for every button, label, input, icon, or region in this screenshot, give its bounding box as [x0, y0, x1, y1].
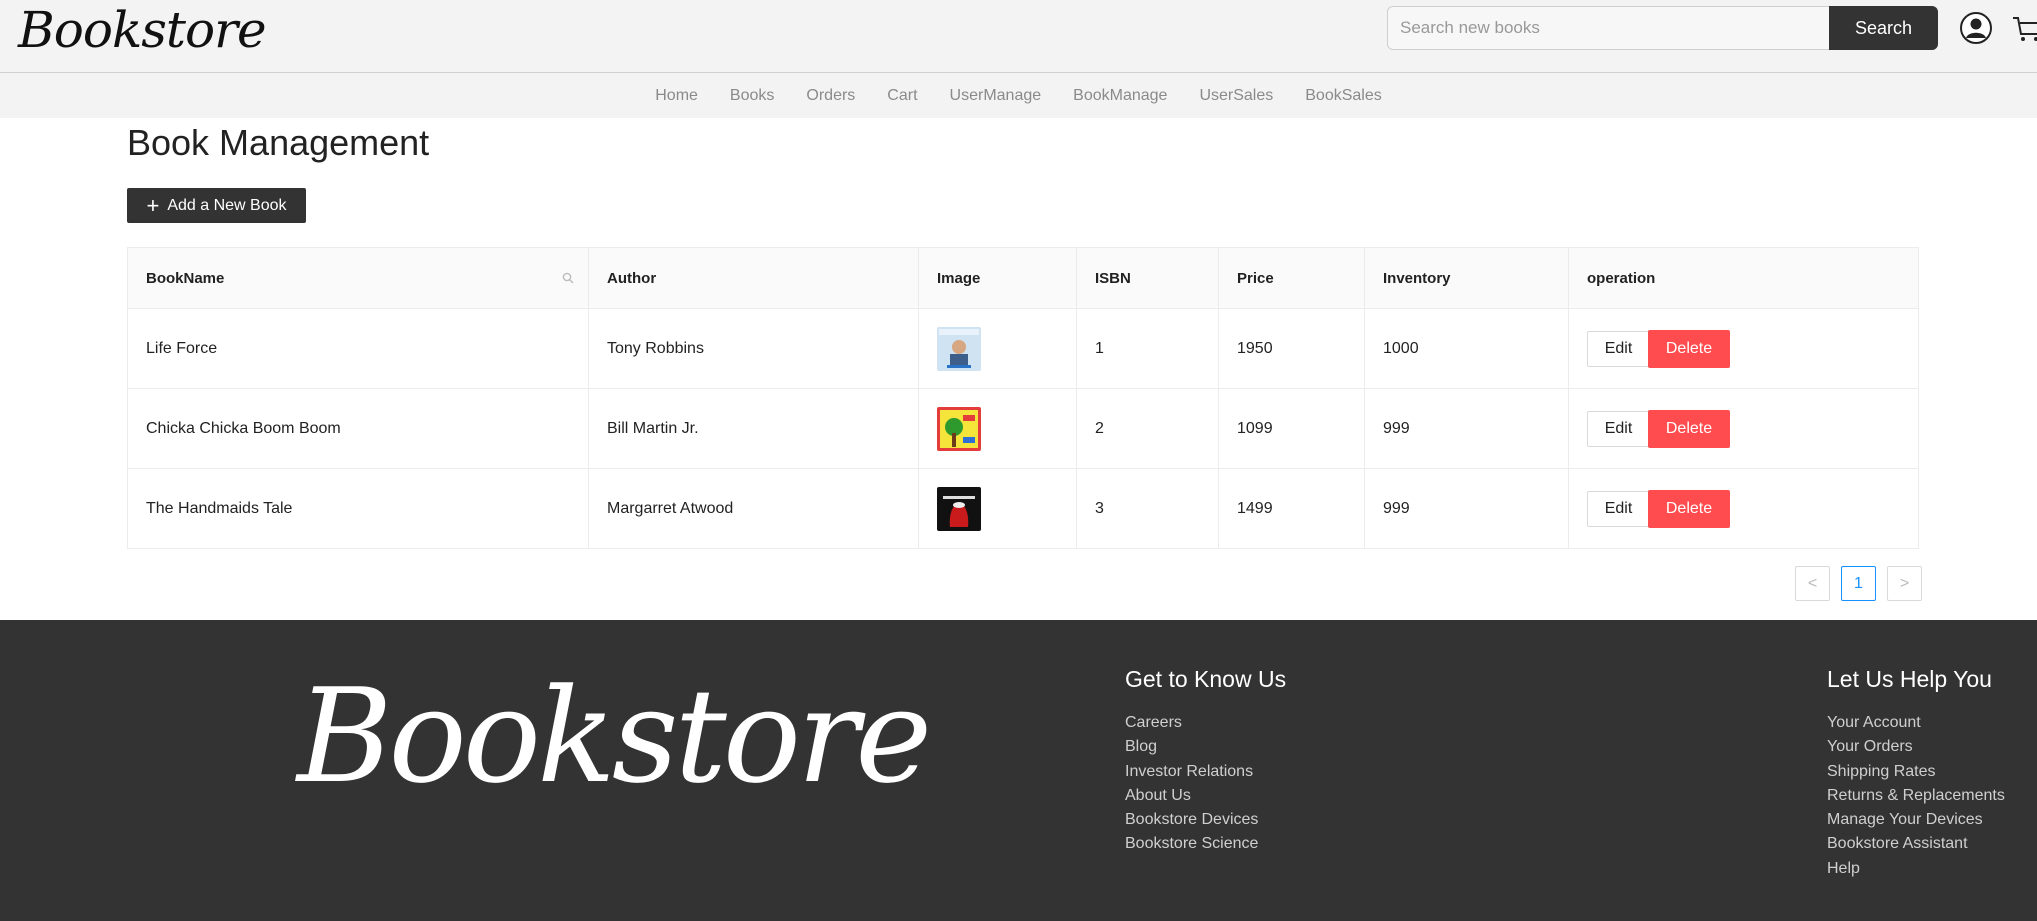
column-header-isbn: ISBN: [1076, 247, 1219, 309]
page-number-current[interactable]: 1: [1841, 566, 1876, 601]
column-header-price: Price: [1218, 247, 1365, 309]
footer-link[interactable]: Blog: [1125, 735, 1286, 759]
book-author: Margarret Atwood: [588, 468, 919, 549]
operation-cell: Edit Delete: [1568, 308, 1919, 389]
book-name: Chicka Chicka Boom Boom: [127, 388, 589, 469]
column-search-icon[interactable]: [562, 272, 574, 284]
nav-item-booksales[interactable]: BookSales: [1289, 87, 1398, 105]
footer-column-title: Let Us Help You: [1827, 666, 1992, 692]
book-author: Bill Martin Jr.: [588, 388, 919, 469]
book-price: 1950: [1218, 308, 1365, 389]
main-nav: Home Books Orders Cart UserManage BookMa…: [0, 73, 2037, 118]
book-isbn: 1: [1076, 308, 1219, 389]
operation-cell: Edit Delete: [1568, 388, 1919, 469]
search-button[interactable]: Search: [1829, 6, 1938, 50]
nav-item-books[interactable]: Books: [714, 87, 790, 105]
footer-link[interactable]: Help: [1827, 857, 2005, 881]
footer-link[interactable]: Manage Your Devices: [1827, 808, 2005, 832]
column-header-operation: operation: [1568, 247, 1919, 309]
delete-button[interactable]: Delete: [1648, 489, 1730, 528]
pagination: < 1 >: [1795, 566, 1922, 601]
book-price: 1499: [1218, 468, 1365, 549]
search-bar: Search: [1387, 6, 1938, 50]
table-header-row: BookName Author Image ISBN Price Invento…: [127, 247, 1919, 309]
footer-link[interactable]: Investor Relations: [1125, 760, 1286, 784]
site-footer: Bookstore Get to Know Us Careers Blog In…: [0, 620, 2037, 921]
delete-button[interactable]: Delete: [1648, 409, 1730, 448]
edit-button[interactable]: Edit: [1587, 330, 1650, 367]
add-book-label: Add a New Book: [167, 196, 287, 214]
column-header-image: Image: [918, 247, 1077, 309]
add-book-button[interactable]: + Add a New Book: [127, 188, 306, 223]
nav-item-home[interactable]: Home: [639, 87, 714, 105]
search-input[interactable]: [1387, 6, 1829, 50]
book-cover-cell: [918, 388, 1077, 469]
chevron-left-icon[interactable]: <: [1795, 566, 1830, 601]
edit-button[interactable]: Edit: [1587, 410, 1650, 447]
footer-link[interactable]: Bookstore Science: [1125, 832, 1286, 856]
column-header-label: BookName: [146, 269, 225, 287]
chevron-right-icon[interactable]: >: [1887, 566, 1922, 601]
book-cover-cell: [918, 308, 1077, 389]
top-header: Bookstore Search: [0, 0, 2037, 73]
footer-link[interactable]: Careers: [1125, 711, 1286, 735]
book-cover-image[interactable]: [937, 406, 981, 451]
column-header-author: Author: [588, 247, 919, 309]
footer-link[interactable]: Shipping Rates: [1827, 760, 2005, 784]
nav-item-usermanage[interactable]: UserManage: [934, 87, 1058, 105]
footer-column-title: Get to Know Us: [1125, 666, 1287, 692]
footer-link[interactable]: Your Orders: [1827, 735, 2005, 759]
nav-item-cart[interactable]: Cart: [871, 87, 933, 105]
book-isbn: 3: [1076, 468, 1219, 549]
book-inventory: 999: [1364, 468, 1569, 549]
nav-item-usersales[interactable]: UserSales: [1183, 87, 1289, 105]
book-name: The Handmaids Tale: [127, 468, 589, 549]
book-author: Tony Robbins: [588, 308, 919, 389]
user-avatar-icon[interactable]: [1960, 12, 1992, 44]
operation-cell: Edit Delete: [1568, 468, 1919, 549]
table-row: Chicka Chicka Boom Boom Bill Martin Jr. …: [127, 388, 1919, 469]
book-inventory: 1000: [1364, 308, 1569, 389]
table-row: The Handmaids Tale Margarret Atwood 3 14…: [127, 468, 1919, 549]
book-cover-image[interactable]: [937, 486, 981, 531]
column-header-inventory: Inventory: [1364, 247, 1569, 309]
page-title: Book Management: [127, 122, 430, 163]
footer-link[interactable]: Your Account: [1827, 711, 2005, 735]
book-isbn: 2: [1076, 388, 1219, 469]
footer-link[interactable]: About Us: [1125, 784, 1286, 808]
nav-item-bookmanage[interactable]: BookManage: [1057, 87, 1183, 105]
book-name: Life Force: [127, 308, 589, 389]
footer-link[interactable]: Bookstore Devices: [1125, 808, 1286, 832]
delete-button[interactable]: Delete: [1648, 329, 1730, 368]
column-header-bookname[interactable]: BookName: [127, 247, 589, 309]
nav-item-orders[interactable]: Orders: [790, 87, 871, 105]
book-cover-cell: [918, 468, 1077, 549]
brand-logo[interactable]: Bookstore: [18, 0, 267, 60]
table-row: Life Force Tony Robbins 1 1950 1000 Edit…: [127, 308, 1919, 389]
book-table: BookName Author Image ISBN Price Invento…: [127, 247, 1919, 549]
edit-button[interactable]: Edit: [1587, 490, 1650, 527]
footer-logo: Bookstore: [297, 660, 932, 812]
footer-column-help: Let Us Help You Your Account Your Orders…: [1827, 666, 2005, 881]
book-inventory: 999: [1364, 388, 1569, 469]
footer-link[interactable]: Bookstore Assistant: [1827, 832, 2005, 856]
footer-link[interactable]: Returns & Replacements: [1827, 784, 2005, 808]
book-price: 1099: [1218, 388, 1365, 469]
cart-icon[interactable]: [2012, 14, 2037, 44]
footer-column-know-us: Get to Know Us Careers Blog Investor Rel…: [1125, 666, 1286, 857]
plus-icon: +: [146, 192, 160, 218]
book-cover-image[interactable]: [937, 326, 981, 371]
